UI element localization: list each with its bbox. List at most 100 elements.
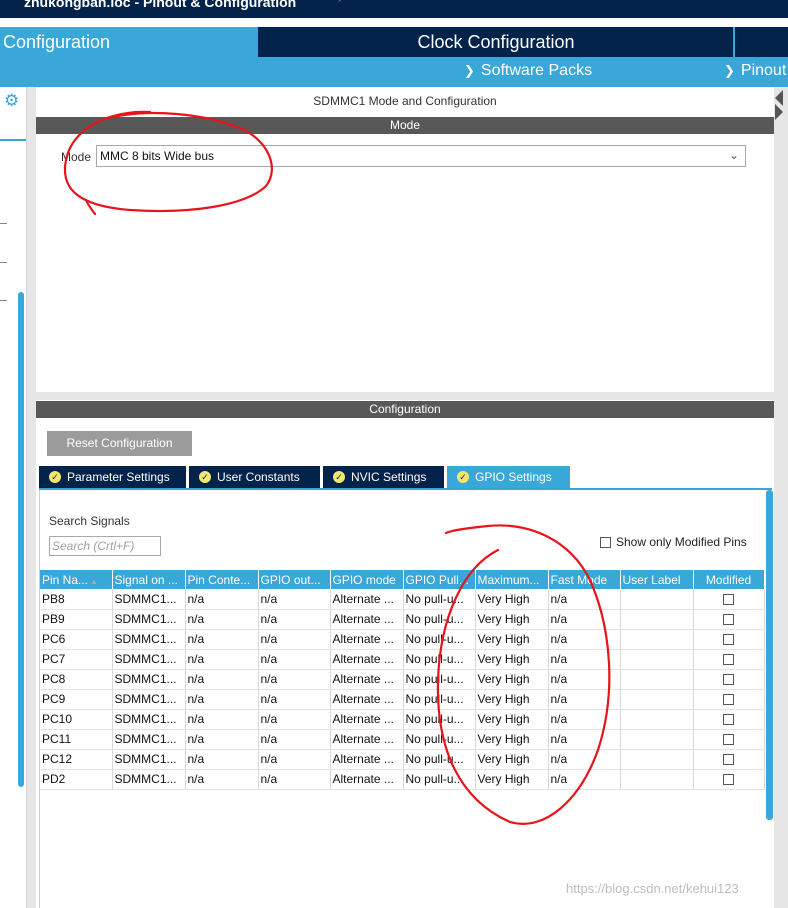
table-row[interactable]: PB9 SDMMC1... n/a n/a Alternate ... No pull-u… (40, 609, 765, 630)
cell-pin-context[interactable]: n/a (185, 749, 259, 770)
cell-pin-name[interactable]: PC9 (40, 689, 113, 710)
cell-signal[interactable]: SDMMC1... (112, 749, 186, 770)
cell-modified[interactable] (693, 649, 765, 670)
cell-pin-context[interactable]: n/a (185, 629, 259, 650)
cell-modified[interactable] (693, 629, 765, 650)
cell-gpio-pull[interactable]: No pull-u... (403, 649, 476, 670)
cell-maximum-speed[interactable]: Very High (475, 589, 549, 610)
gpio-table-scrollbar[interactable] (766, 490, 773, 820)
cell-gpio-output[interactable]: n/a (258, 769, 331, 790)
tab-clock-configuration[interactable]: Clock Configuration (260, 27, 732, 57)
pinout-menu[interactable]: ❯ Pinout (724, 62, 786, 80)
cell-pin-context[interactable]: n/a (185, 669, 259, 690)
cell-gpio-pull[interactable]: No pull-u... (403, 689, 476, 710)
modified-checkbox[interactable] (723, 754, 734, 766)
left-panel-scrollbar[interactable] (18, 292, 24, 787)
cell-gpio-pull[interactable]: No pull-u... (403, 609, 476, 630)
cell-pin-context[interactable]: n/a (185, 709, 259, 730)
cell-modified[interactable] (693, 769, 765, 790)
cell-signal[interactable]: SDMMC1... (112, 629, 186, 650)
reset-configuration-button[interactable]: Reset Configuration (47, 431, 192, 456)
cell-gpio-mode[interactable]: Alternate ... (330, 749, 404, 770)
tab-nvic-settings[interactable]: ✓ NVIC Settings (323, 466, 444, 488)
tab-gpio-settings[interactable]: ✓ GPIO Settings (447, 466, 570, 488)
cell-signal[interactable]: SDMMC1... (112, 769, 186, 790)
tab-user-constants[interactable]: ✓ User Constants (189, 466, 320, 488)
cell-modified[interactable] (693, 709, 765, 730)
cell-user-label[interactable] (620, 729, 694, 750)
cell-gpio-mode[interactable]: Alternate ... (330, 589, 404, 610)
cell-gpio-output[interactable]: n/a (258, 609, 331, 630)
table-row[interactable]: PB8 SDMMC1... n/a n/a Alternate ... No pull-u… (40, 589, 765, 610)
column-header-gpio-pull[interactable]: GPIO Pull... (403, 570, 476, 589)
splitter-right[interactable] (774, 87, 788, 908)
cell-maximum-speed[interactable]: Very High (475, 629, 549, 650)
cell-gpio-pull[interactable]: No pull-u... (403, 589, 476, 610)
cell-maximum-speed[interactable]: Very High (475, 669, 549, 690)
cell-signal[interactable]: SDMMC1... (112, 649, 186, 670)
cell-gpio-output[interactable]: n/a (258, 669, 331, 690)
cell-gpio-mode[interactable]: Alternate ... (330, 649, 404, 670)
table-row[interactable]: PC9 SDMMC1... n/a n/a Alternate ... No pull-u… (40, 689, 765, 710)
cell-fast-mode[interactable]: n/a (548, 669, 621, 690)
table-row[interactable]: PC12 SDMMC1... n/a n/a Alternate ... No pull-… (40, 749, 765, 770)
cell-pin-name[interactable]: PD2 (40, 769, 113, 790)
cell-pin-name[interactable]: PC8 (40, 669, 113, 690)
cell-maximum-speed[interactable]: Very High (475, 649, 549, 670)
cell-gpio-output[interactable]: n/a (258, 709, 331, 730)
cell-pin-context[interactable]: n/a (185, 689, 259, 710)
cell-signal[interactable]: SDMMC1... (112, 669, 186, 690)
column-header-fast-mode[interactable]: Fast Mode (548, 570, 621, 589)
cell-signal[interactable]: SDMMC1... (112, 709, 186, 730)
modified-checkbox[interactable] (723, 734, 734, 746)
column-header-modified[interactable]: Modified (693, 570, 765, 589)
cell-fast-mode[interactable]: n/a (548, 749, 621, 770)
cell-gpio-output[interactable]: n/a (258, 689, 331, 710)
cell-user-label[interactable] (620, 609, 694, 630)
cell-fast-mode[interactable]: n/a (548, 689, 621, 710)
cell-pin-context[interactable]: n/a (185, 609, 259, 630)
cell-pin-name[interactable]: PC7 (40, 649, 113, 670)
splitter-left[interactable] (27, 87, 36, 908)
cell-signal[interactable]: SDMMC1... (112, 609, 186, 630)
cell-pin-context[interactable]: n/a (185, 769, 259, 790)
search-signals-input[interactable]: Search (Crtl+F) (49, 536, 161, 556)
cell-gpio-mode[interactable]: Alternate ... (330, 629, 404, 650)
cell-maximum-speed[interactable]: Very High (475, 749, 549, 770)
column-header-pin-context[interactable]: Pin Conte... (185, 570, 259, 589)
cell-gpio-output[interactable]: n/a (258, 729, 331, 750)
cell-gpio-mode[interactable]: Alternate ... (330, 609, 404, 630)
table-row[interactable]: PC10 SDMMC1... n/a n/a Alternate ... No pull-… (40, 709, 765, 730)
cell-gpio-pull[interactable]: No pull-u... (403, 629, 476, 650)
table-row[interactable]: PC7 SDMMC1... n/a n/a Alternate ... No pull-u… (40, 649, 765, 670)
cell-pin-context[interactable]: n/a (185, 729, 259, 750)
splitter-horizontal[interactable] (36, 392, 774, 400)
software-packs-menu[interactable]: ❯ Software Packs (464, 62, 592, 80)
modified-checkbox[interactable] (723, 714, 734, 726)
column-header-gpio-mode[interactable]: GPIO mode (330, 570, 404, 589)
cell-pin-name[interactable]: PB8 (40, 589, 113, 610)
cell-user-label[interactable] (620, 669, 694, 690)
cell-user-label[interactable] (620, 589, 694, 610)
cell-gpio-mode[interactable]: Alternate ... (330, 729, 404, 750)
gear-icon[interactable]: ⚙ (4, 91, 19, 111)
modified-checkbox[interactable] (723, 774, 734, 786)
expand-arrow-icon[interactable] (775, 104, 783, 120)
modified-checkbox[interactable] (723, 694, 734, 706)
table-row[interactable]: PD2 SDMMC1... n/a n/a Alternate ... No pull-u… (40, 769, 765, 790)
cell-modified[interactable] (693, 609, 765, 630)
cell-user-label[interactable] (620, 749, 694, 770)
cell-pin-name[interactable]: PC6 (40, 629, 113, 650)
column-header-gpio-output[interactable]: GPIO out... (258, 570, 331, 589)
cell-pin-context[interactable]: n/a (185, 589, 259, 610)
cell-fast-mode[interactable]: n/a (548, 589, 621, 610)
cell-fast-mode[interactable]: n/a (548, 629, 621, 650)
cell-gpio-output[interactable]: n/a (258, 749, 331, 770)
modified-checkbox[interactable] (723, 614, 734, 626)
mode-select[interactable]: MMC 8 bits Wide bus ⌄ (96, 145, 746, 167)
cell-gpio-mode[interactable]: Alternate ... (330, 709, 404, 730)
cell-maximum-speed[interactable]: Very High (475, 729, 549, 750)
cell-maximum-speed[interactable]: Very High (475, 709, 549, 730)
cell-modified[interactable] (693, 729, 765, 750)
column-header-user-label[interactable]: User Label (620, 570, 694, 589)
